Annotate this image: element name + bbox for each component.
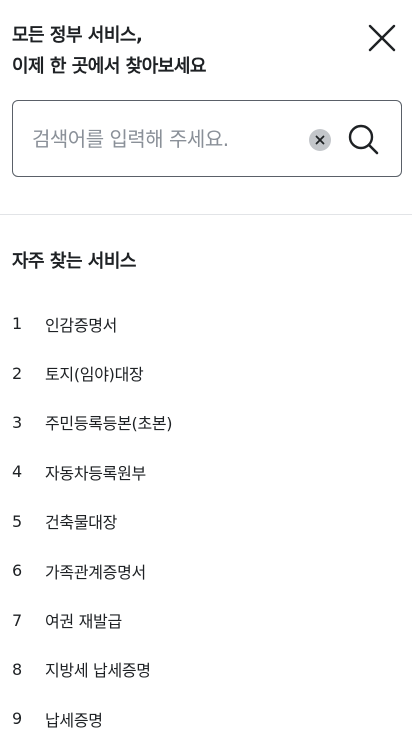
popular-service-item[interactable]: 5 건축물대장	[12, 497, 392, 546]
popular-service-item[interactable]: 7 여권 재발급	[12, 595, 392, 644]
popular-service-label: 주민등록등본(초본)	[45, 414, 173, 434]
popular-service-label: 지방세 납세증명	[45, 661, 151, 681]
popular-service-label: 인감증명서	[45, 315, 118, 335]
search-icon	[348, 124, 379, 155]
clear-search-button[interactable]	[309, 129, 331, 151]
section-divider	[0, 214, 412, 215]
popular-service-item[interactable]: 1 인감증명서	[12, 299, 392, 348]
popular-service-rank: 6	[12, 561, 23, 581]
popular-service-rank: 8	[12, 659, 23, 679]
search-input[interactable]	[32, 101, 302, 176]
clear-icon	[315, 135, 325, 145]
popular-service-rank: 2	[12, 363, 23, 383]
panel-header: 모든 정부 서비스, 이제 한 곳에서 찾아보세요	[12, 20, 332, 82]
popular-service-rank: 4	[12, 462, 23, 482]
popular-service-label: 건축물대장	[45, 513, 118, 533]
popular-service-rank: 1	[12, 314, 23, 334]
popular-service-label: 자동차등록원부	[45, 463, 146, 483]
panel-title-line-1: 모든 정부 서비스,	[12, 25, 143, 46]
popular-service-rank: 9	[12, 709, 23, 729]
popular-service-label: 가족관계증명서	[45, 562, 146, 582]
popular-service-label: 토지(임야)대장	[45, 365, 144, 385]
popular-service-item[interactable]: 4 자동차등록원부	[12, 447, 392, 496]
close-icon	[368, 24, 396, 52]
popular-service-item[interactable]: 6 가족관계증명서	[12, 546, 392, 595]
popular-service-label: 여권 재발급	[45, 612, 122, 632]
search-button[interactable]	[345, 121, 381, 157]
search-box	[12, 100, 402, 177]
popular-service-label: 납세증명	[45, 710, 103, 730]
popular-service-item[interactable]: 8 지방세 납세증명	[12, 645, 392, 694]
popular-service-item[interactable]: 2 토지(임야)대장	[12, 348, 392, 397]
popular-service-rank: 5	[12, 511, 23, 531]
popular-services-list: 1 인감증명서 2 토지(임야)대장 3 주민등록등본(초본) 4 자동차등록원…	[12, 299, 392, 743]
search-panel: 모든 정부 서비스, 이제 한 곳에서 찾아보세요 자주 찾는 서비스 1	[0, 0, 412, 743]
panel-title-line-2: 이제 한 곳에서 찾아보세요	[12, 56, 206, 77]
popular-service-rank: 7	[12, 610, 23, 630]
popular-service-item[interactable]: 9 납세증명	[12, 694, 392, 743]
popular-service-item[interactable]: 3 주민등록등본(초본)	[12, 398, 392, 447]
close-button[interactable]	[366, 22, 398, 54]
popular-services-title: 자주 찾는 서비스	[12, 251, 136, 272]
popular-service-rank: 3	[12, 412, 23, 432]
